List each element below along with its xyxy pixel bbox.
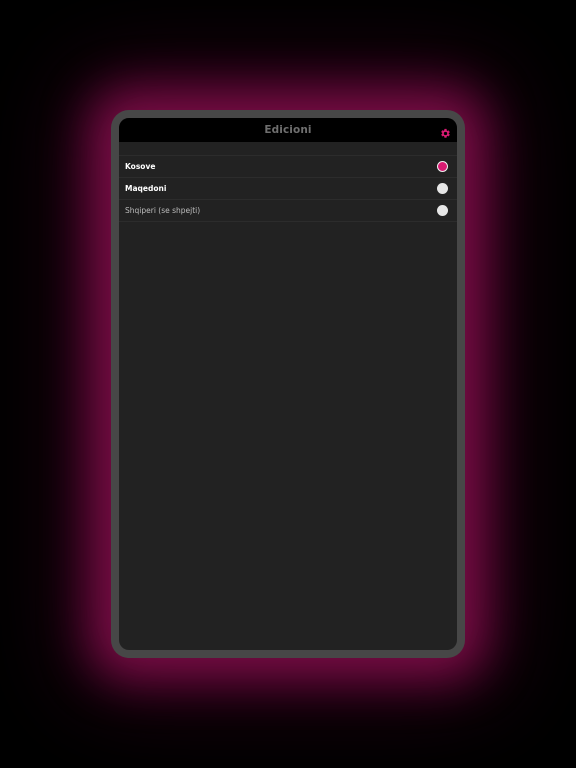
page-title: Edicioni [264,124,312,136]
radio-unselected-icon[interactable] [437,183,448,194]
gear-icon[interactable] [440,124,451,138]
edition-option-shqiperi[interactable]: Shqiperi (se shpejti) [119,199,457,222]
edition-option-kosove[interactable]: Kosove [119,155,457,177]
navigation-bar: Edicioni [119,118,457,142]
edition-option-maqedoni[interactable]: Maqedoni [119,177,457,199]
edition-list: Kosove Maqedoni Shqiperi (se shpejti) [119,155,457,222]
edition-label: Maqedoni [125,184,167,193]
edition-label: Shqiperi (se shpejti) [125,206,201,215]
radio-unselected-icon[interactable] [437,205,448,216]
radio-selected-icon[interactable] [437,161,448,172]
device-frame: Edicioni Kosove Maqedoni Shqiperi (se sh… [111,110,465,658]
edition-label: Kosove [125,162,156,171]
app-screen: Edicioni Kosove Maqedoni Shqiperi (se sh… [119,118,457,650]
app-stage: Edicioni Kosove Maqedoni Shqiperi (se sh… [0,0,576,768]
